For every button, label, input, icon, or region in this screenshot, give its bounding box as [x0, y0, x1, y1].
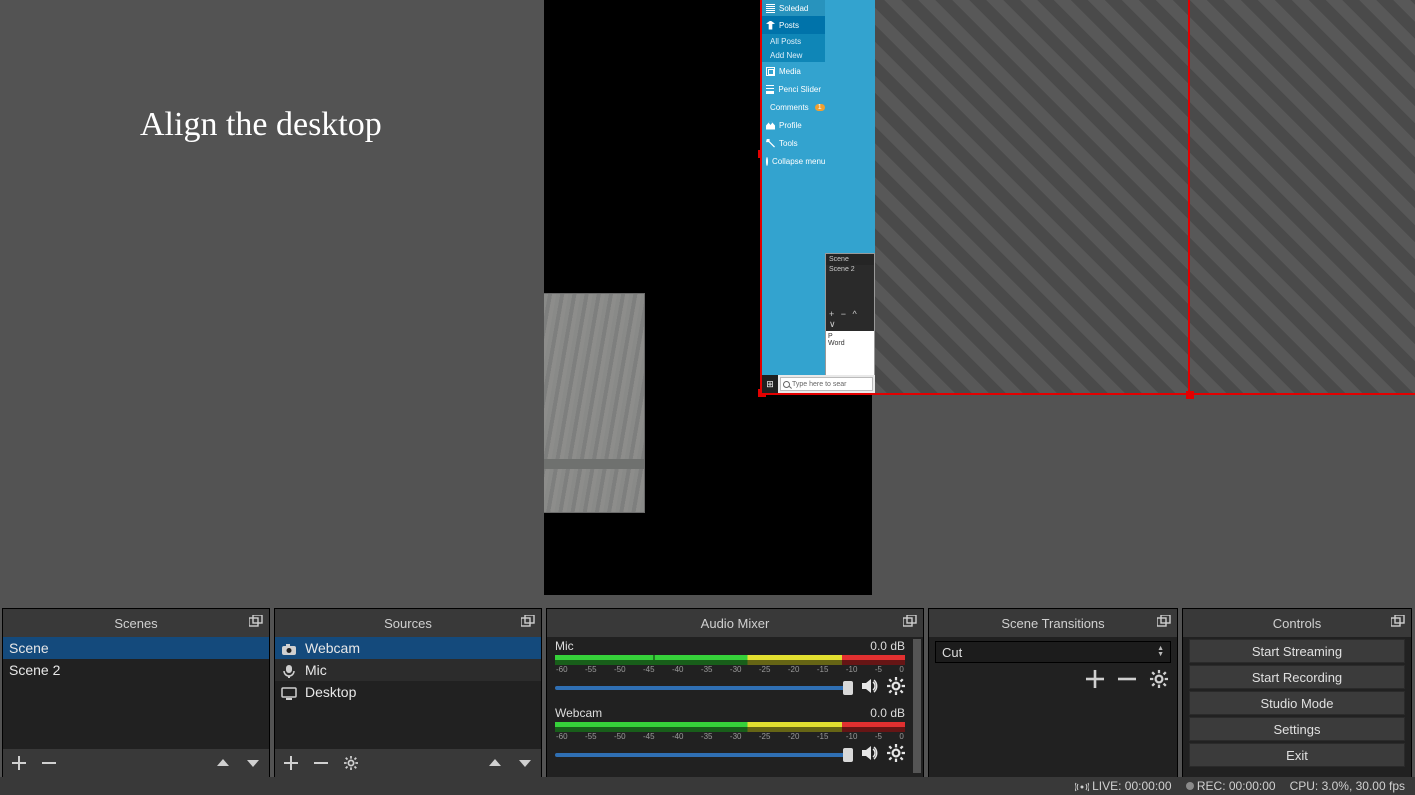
meter-scale: -60-55-50-45-40-35-30-25-20-15-10-50	[555, 732, 905, 742]
cap-menu-profile: Profile	[779, 121, 802, 130]
cap-menu-slider: Penci Slider	[778, 85, 821, 94]
mixer-channel: Mic 0.0 dB -60-55-50-45-40-35-30-25-20-15…	[547, 637, 913, 698]
slider-thumb[interactable]	[843, 748, 853, 762]
audio-meter	[555, 722, 905, 732]
overlay-caption: Align the desktop	[140, 106, 382, 144]
preview-source-desktop-selected[interactable]: Soledad Posts All Posts Add New Media Pe…	[760, 0, 1190, 395]
cap-menu-posts: Posts	[779, 21, 799, 30]
mute-button[interactable]	[861, 744, 879, 765]
cap-sub-addnew: Add New	[762, 48, 825, 62]
panel-scenes: Scenes Scene Scene 2	[2, 608, 270, 778]
transition-select[interactable]: Cut ▲▼	[935, 641, 1171, 663]
start-recording-button[interactable]: Start Recording	[1189, 665, 1405, 689]
scene-row[interactable]: Scene 2	[3, 659, 269, 681]
mixer-ch-db: 0.0 dB	[870, 706, 905, 720]
volume-slider[interactable]	[555, 686, 853, 690]
remove-scene-button[interactable]	[41, 755, 57, 771]
settings-button[interactable]: Settings	[1189, 717, 1405, 741]
scene-row[interactable]: Scene	[3, 637, 269, 659]
mic-icon	[281, 662, 297, 678]
move-scene-down[interactable]	[245, 755, 261, 771]
add-scene-button[interactable]	[11, 755, 27, 771]
exit-button[interactable]: Exit	[1189, 743, 1405, 767]
mixer-ch-name: Mic	[555, 639, 574, 653]
meter-scale: -60-55-50-45-40-35-30-25-20-15-10-50	[555, 665, 905, 675]
broadcast-icon	[1075, 779, 1089, 793]
cap-menu-tools: Tools	[779, 139, 798, 148]
remove-source-button[interactable]	[313, 755, 329, 771]
dock: Scenes Scene Scene 2 Sources Webcam	[0, 608, 1415, 778]
channel-settings[interactable]	[887, 744, 905, 765]
start-streaming-button[interactable]: Start Streaming	[1189, 639, 1405, 663]
source-settings-button[interactable]	[343, 755, 359, 771]
audio-meter	[555, 655, 905, 665]
move-source-up[interactable]	[487, 755, 503, 771]
status-cpu: CPU: 3.0%, 30.00 fps	[1290, 779, 1405, 793]
panel-scenes-title: Scenes	[114, 616, 157, 631]
record-dot-icon	[1186, 782, 1194, 790]
preview-area[interactable]: Soledad Posts All Posts Add New Media Pe…	[0, 0, 1415, 602]
volume-slider[interactable]	[555, 753, 853, 757]
windows-start-icon: ⊞	[762, 375, 778, 393]
panel-sources: Sources Webcam Mic Desktop	[274, 608, 542, 778]
status-live: LIVE: 00:00:00	[1092, 779, 1171, 793]
slider-thumb[interactable]	[843, 681, 853, 695]
captured-wp-sidebar: Soledad Posts All Posts Add New Media Pe…	[762, 0, 825, 393]
add-source-button[interactable]	[283, 755, 299, 771]
move-source-down[interactable]	[517, 755, 533, 771]
select-stepper-icon: ▲▼	[1157, 646, 1164, 658]
panel-sources-title: Sources	[384, 616, 432, 631]
panel-transitions-title: Scene Transitions	[1001, 616, 1104, 631]
panel-mixer-title: Audio Mixer	[701, 616, 770, 631]
preview-source-webcam[interactable]	[544, 293, 645, 513]
mute-button[interactable]	[861, 677, 879, 698]
popout-icon[interactable]	[521, 615, 535, 627]
transition-settings-button[interactable]	[1149, 669, 1170, 690]
cap-menu-collapse: Collapse menu	[772, 157, 825, 166]
popout-icon[interactable]	[1391, 615, 1405, 627]
cap-menu-media: Media	[779, 67, 801, 76]
visibility-toggle[interactable]	[372, 637, 541, 749]
scenes-list[interactable]: Scene Scene 2	[3, 637, 269, 749]
monitor-icon	[281, 684, 297, 700]
studio-mode-button[interactable]: Studio Mode	[1189, 691, 1405, 715]
channel-settings[interactable]	[887, 677, 905, 698]
cap-topbar: Soledad	[779, 4, 808, 13]
captured-desktop: Soledad Posts All Posts Add New Media Pe…	[762, 0, 875, 393]
cap-sub-allposts: All Posts	[762, 34, 825, 48]
move-scene-up[interactable]	[215, 755, 231, 771]
status-bar: LIVE: 00:00:00 REC: 00:00:00 CPU: 3.0%, …	[0, 777, 1415, 795]
panel-audio-mixer: Audio Mixer Mic 0.0 dB -60-55-50-45-40-35…	[546, 608, 924, 778]
cap-menu-comments: Comments	[770, 103, 809, 112]
popout-icon[interactable]	[903, 615, 917, 627]
mixer-channel: Webcam 0.0 dB -60-55-50-45-40-35-30-25-20…	[547, 704, 913, 765]
source-row[interactable]: Desktop	[275, 681, 541, 703]
panel-transitions: Scene Transitions Cut ▲▼	[928, 608, 1178, 778]
add-transition-button[interactable]	[1085, 669, 1106, 690]
mixer-ch-db: 0.0 dB	[870, 639, 905, 653]
remove-transition-button[interactable]	[1117, 669, 1138, 690]
captured-taskbar: ⊞ Type here to sear	[762, 375, 875, 393]
panel-controls-title: Controls	[1273, 616, 1321, 631]
panel-controls: Controls Start Streaming Start Recording…	[1182, 608, 1412, 778]
captured-mini-panel: Scene Scene 2 + − ^ ∨ PWord	[825, 253, 875, 375]
mixer-scrollbar[interactable]	[913, 639, 921, 773]
search-icon	[783, 381, 790, 388]
mixer-ch-name: Webcam	[555, 706, 602, 720]
popout-icon[interactable]	[1157, 615, 1171, 627]
resize-handle-bottom[interactable]	[1186, 391, 1194, 399]
status-rec: REC: 00:00:00	[1197, 779, 1276, 793]
camera-icon	[281, 640, 297, 656]
popout-icon[interactable]	[249, 615, 263, 627]
sources-list[interactable]: Webcam Mic Desktop	[275, 637, 541, 749]
